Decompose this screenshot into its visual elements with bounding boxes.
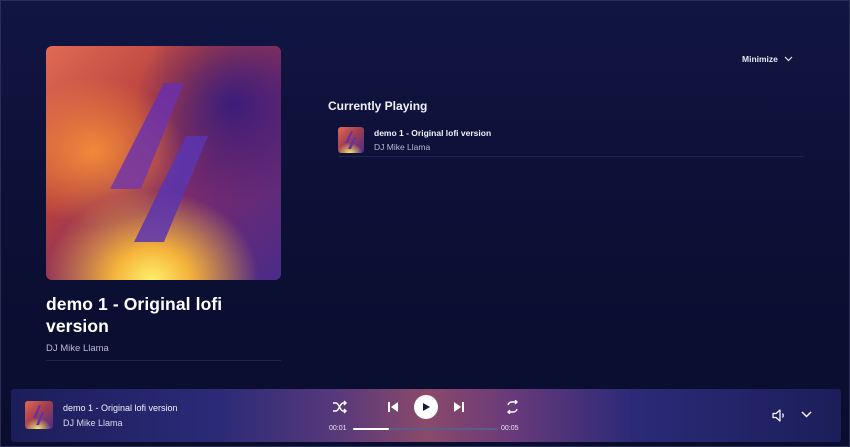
repeat-button[interactable]	[504, 399, 521, 415]
progress-bar[interactable]	[353, 428, 498, 430]
queue-item-thumbnail	[338, 126, 364, 153]
album-art	[46, 46, 281, 280]
queue-item-title: demo 1 - Original lofi version	[374, 127, 492, 138]
skip-previous-icon	[388, 402, 398, 412]
previous-button[interactable]	[385, 399, 401, 415]
player-track-artist: DJ Mike Llama	[63, 418, 123, 428]
play-icon	[423, 403, 430, 411]
currently-playing-heading: Currently Playing	[328, 99, 428, 113]
music-player-page: demo 1 - Original lofi version DJ Mike L…	[0, 0, 850, 447]
play-button[interactable]	[414, 395, 438, 419]
player-bar: demo 1 - Original lofi version DJ Mike L…	[11, 389, 841, 442]
track-artist: DJ Mike Llama	[46, 343, 109, 354]
player-track-title: demo 1 - Original lofi version	[63, 403, 178, 413]
repeat-icon	[507, 400, 518, 414]
shuffle-icon	[333, 400, 347, 414]
progress-fill	[353, 428, 390, 430]
divider	[46, 360, 281, 361]
player-thumbnail	[25, 401, 53, 429]
skip-next-icon	[454, 402, 464, 412]
elapsed-time: 00:01	[329, 425, 347, 432]
minimize-label: Minimize	[742, 54, 778, 64]
minimize-button[interactable]: Minimize	[742, 54, 793, 64]
track-title: demo 1 - Original lofi version	[46, 294, 223, 336]
expand-button[interactable]	[799, 407, 813, 421]
next-button[interactable]	[451, 399, 467, 415]
queue-item-artist: DJ Mike Llama	[374, 141, 431, 152]
shuffle-button[interactable]	[331, 399, 349, 415]
total-time: 00:05	[501, 425, 519, 432]
chevron-down-icon	[801, 411, 811, 417]
chevron-down-icon	[784, 56, 793, 62]
queue-item[interactable]: demo 1 - Original lofi version DJ Mike L…	[338, 123, 804, 157]
volume-icon	[771, 408, 784, 422]
volume-button[interactable]	[771, 407, 787, 423]
logo-slashes-icon	[110, 83, 208, 242]
